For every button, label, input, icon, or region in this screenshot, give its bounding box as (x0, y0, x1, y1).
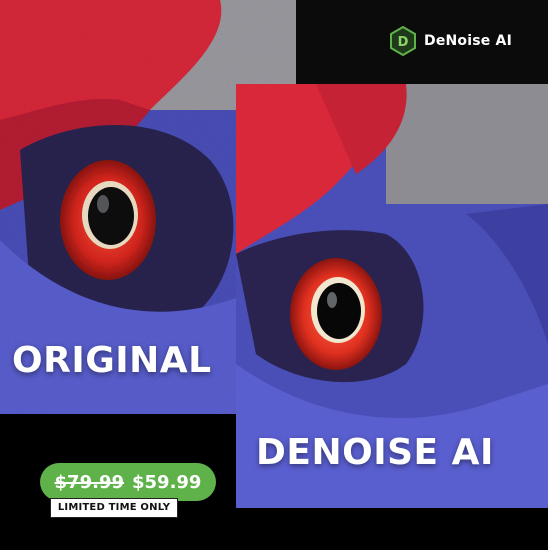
original-label: ORIGINAL (12, 340, 212, 381)
limited-time-tag: LIMITED TIME ONLY (50, 498, 178, 518)
denoise-logo-icon: D (390, 26, 416, 56)
svg-text:D: D (398, 35, 409, 50)
old-price: $79.99 (54, 471, 124, 493)
brand-name: DeNoise AI (424, 33, 512, 49)
brand-lockup: D DeNoise AI (390, 26, 512, 56)
denoise-label: DENOISE AI (256, 432, 494, 473)
ad-banner: D DeNoise AI ORIGINAL DENOISE AI $79.99 … (0, 0, 548, 550)
new-price: $59.99 (132, 471, 202, 493)
price-badge[interactable]: $79.99 $59.99 (40, 463, 216, 501)
